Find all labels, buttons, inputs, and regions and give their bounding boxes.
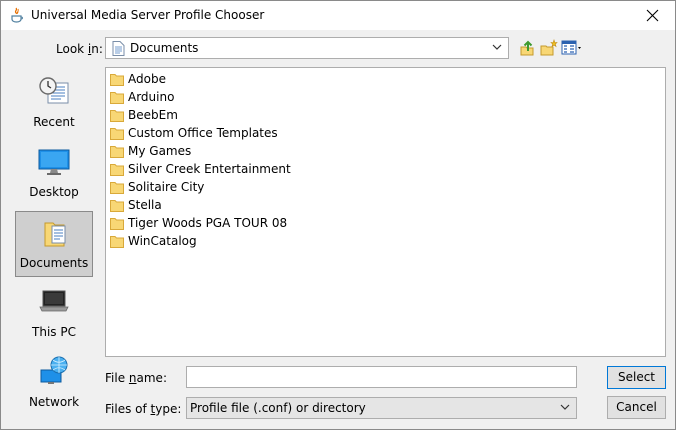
close-button[interactable] xyxy=(631,1,675,30)
list-item[interactable]: WinCatalog xyxy=(110,232,360,250)
documents-small-icon xyxy=(112,41,125,56)
folder-icon xyxy=(110,200,124,212)
file-name-input[interactable] xyxy=(186,366,577,388)
file-list[interactable]: Adobe Arduino BeebEm Custom Office Templ… xyxy=(105,67,666,357)
create-new-folder-icon xyxy=(540,39,558,56)
title-bar: Universal Media Server Profile Chooser xyxy=(1,1,675,30)
folder-icon xyxy=(110,146,124,158)
file-name: Silver Creek Entertainment xyxy=(128,162,291,176)
select-button[interactable]: Select xyxy=(607,366,666,389)
view-menu-button[interactable] xyxy=(561,39,585,57)
place-recent[interactable]: Recent xyxy=(15,71,93,137)
folder-icon xyxy=(110,110,124,122)
folder-icon xyxy=(110,182,124,194)
place-label: Network xyxy=(28,395,80,409)
place-documents[interactable]: Documents xyxy=(15,211,93,277)
folder-icon xyxy=(110,164,124,176)
file-type-value: Profile file (.conf) or directory xyxy=(190,401,366,415)
recent-icon xyxy=(39,77,69,104)
look-in-label: Look in: xyxy=(56,42,103,56)
list-item[interactable]: Silver Creek Entertainment xyxy=(110,160,360,178)
chevron-down-icon xyxy=(560,404,570,410)
list-item[interactable]: Stella xyxy=(110,196,360,214)
file-name: BeebEm xyxy=(128,108,178,122)
list-item[interactable]: Solitaire City xyxy=(110,178,360,196)
place-desktop[interactable]: Desktop xyxy=(15,141,93,207)
up-one-level-button[interactable] xyxy=(519,39,539,57)
window-title: Universal Media Server Profile Chooser xyxy=(31,8,265,22)
this-pc-icon xyxy=(39,290,69,312)
java-icon xyxy=(11,7,23,23)
documents-icon xyxy=(44,222,66,247)
list-item[interactable]: My Games xyxy=(110,142,360,160)
file-name-label: File name: xyxy=(105,371,167,385)
look-in-value: Documents xyxy=(130,41,199,55)
list-item[interactable]: Custom Office Templates xyxy=(110,124,360,142)
list-item[interactable]: Arduino xyxy=(110,88,360,106)
network-icon xyxy=(40,356,68,384)
file-name: My Games xyxy=(128,144,192,158)
place-label: Desktop xyxy=(29,185,79,199)
up-one-level-icon xyxy=(520,40,534,56)
file-type-combo[interactable]: Profile file (.conf) or directory xyxy=(186,397,577,419)
place-label: Documents xyxy=(19,256,89,270)
file-name: Arduino xyxy=(128,90,175,104)
view-menu-icon xyxy=(561,40,581,55)
place-network[interactable]: Network xyxy=(15,351,93,417)
file-name: WinCatalog xyxy=(128,234,197,248)
folder-icon xyxy=(110,218,124,230)
folder-icon xyxy=(110,92,124,104)
create-new-folder-button[interactable] xyxy=(540,39,560,57)
places-bar: Recent Desktop Documents This PC Network xyxy=(7,69,99,419)
file-type-label: Files of type: xyxy=(105,402,182,416)
look-in-combo[interactable]: Documents xyxy=(105,37,509,59)
place-this-pc[interactable]: This PC xyxy=(15,281,93,347)
file-name: Adobe xyxy=(128,72,166,86)
file-name: Tiger Woods PGA TOUR 08 xyxy=(128,216,288,230)
folder-icon xyxy=(110,128,124,140)
file-name: Custom Office Templates xyxy=(128,126,278,140)
place-label: Recent xyxy=(33,115,75,129)
list-item[interactable]: Adobe xyxy=(110,70,360,88)
close-icon xyxy=(646,9,659,22)
folder-icon xyxy=(110,74,124,86)
cancel-button[interactable]: Cancel xyxy=(607,396,666,419)
folder-icon xyxy=(110,236,124,248)
file-name: Solitaire City xyxy=(128,180,205,194)
chevron-down-icon xyxy=(492,44,502,50)
list-item[interactable]: Tiger Woods PGA TOUR 08 xyxy=(110,214,360,232)
list-item[interactable]: BeebEm xyxy=(110,106,360,124)
desktop-icon xyxy=(38,149,70,175)
file-name: Stella xyxy=(128,198,162,212)
place-label: This PC xyxy=(32,325,76,339)
file-chooser-window: Universal Media Server Profile Chooser L… xyxy=(0,0,676,430)
